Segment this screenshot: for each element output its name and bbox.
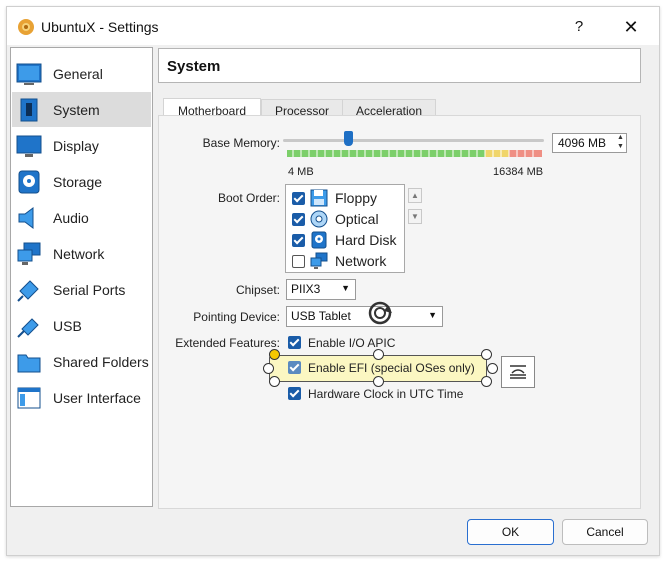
page-title: System [167,58,221,75]
resize-handle[interactable] [269,376,280,387]
move-down-button[interactable]: ▼ [408,209,422,224]
resize-handle[interactable] [373,349,384,360]
spin-up-icon[interactable]: ▲ [615,134,626,142]
network-boot-checkbox[interactable] [292,255,305,268]
user-interface-icon [17,387,41,409]
page-title-box: System [158,48,641,83]
chipset-value: PIIX3 [291,282,321,296]
sidebar-item-label: Shared Folders [53,354,149,370]
hard-disk-checkbox[interactable] [292,234,305,247]
base-memory-label: Base Memory: [202,136,280,150]
title-bar: UbuntuX - Settings ? ✕ [7,7,659,45]
ok-button[interactable]: OK [467,519,554,545]
text-wrap-icon[interactable] [501,356,535,388]
sidebar-item-label: USB [53,318,82,334]
window-title: UbuntuX - Settings [41,19,159,35]
sidebar-item-label: Audio [53,210,89,226]
sidebar-item-serial-ports[interactable]: Serial Ports [12,272,151,307]
spin-down-icon[interactable]: ▼ [615,143,626,151]
sidebar-item-label: System [53,102,100,118]
resize-handle[interactable] [263,363,274,374]
sidebar-item-audio[interactable]: Audio [12,200,151,235]
close-button[interactable]: ✕ [619,15,643,39]
resize-handle[interactable] [481,349,492,360]
move-up-button[interactable]: ▲ [408,188,422,203]
memory-slider-handle[interactable] [344,131,353,146]
io-apic-checkbox[interactable] [288,336,301,349]
storage-icon [18,170,40,194]
settings-sidebar: General System Display Storage Audio Net… [10,47,153,507]
sidebar-item-label: User Interface [53,390,141,406]
hard-disk-icon [311,231,327,249]
sidebar-item-label: Network [53,246,105,262]
sidebar-item-user-interface[interactable]: User Interface [12,380,151,415]
memory-max-label: 16384 MB [493,166,544,178]
memory-slider-ticks [287,150,542,157]
memory-slider-track[interactable] [283,139,544,142]
boot-item-label: Floppy [335,190,378,206]
network-icon [17,242,41,265]
sidebar-item-system[interactable]: System [12,92,151,127]
boot-item-optical[interactable]: Optical [288,209,402,229]
sidebar-item-label: Serial Ports [53,282,126,298]
general-icon [16,63,42,85]
memory-spinbox[interactable]: 4096 MB ▲ ▼ [552,133,627,153]
boot-item-network[interactable]: Network [288,251,402,271]
network-boot-icon [310,252,328,269]
memory-value: 4096 MB [558,136,607,150]
io-apic-label: Enable I/O APIC [308,336,396,350]
sidebar-item-storage[interactable]: Storage [12,164,151,199]
rotate-handle-icon[interactable] [366,299,394,327]
system-icon [20,98,38,122]
sidebar-item-network[interactable]: Network [12,236,151,271]
floppy-icon [310,189,328,207]
sidebar-item-shared-folders[interactable]: Shared Folders [12,344,151,379]
optical-checkbox[interactable] [292,213,305,226]
boot-item-label: Network [335,253,387,269]
boot-item-floppy[interactable]: Floppy [288,188,402,208]
sidebar-item-label: General [53,66,103,82]
optical-disc-icon [310,210,328,228]
sidebar-item-general[interactable]: General [12,56,151,91]
chipset-label: Chipset: [235,283,280,297]
pointing-device-select[interactable]: USB Tablet ▼ [286,306,443,327]
memory-min-label: 4 MB [288,166,314,178]
usb-icon [17,318,39,338]
chipset-select[interactable]: PIIX3 ▼ [286,279,356,300]
sidebar-item-usb[interactable]: USB [12,308,151,343]
shared-folders-icon [17,354,41,373]
cancel-button[interactable]: Cancel [562,519,648,545]
resize-handle[interactable] [373,376,384,387]
serial-ports-icon [17,280,39,302]
display-icon [16,135,42,157]
virtualbox-gear-icon [18,19,34,35]
sidebar-item-label: Storage [53,174,103,190]
sidebar-item-label: Display [53,138,99,154]
boot-item-label: Hard Disk [335,232,397,248]
pointing-device-label: Pointing Device: [193,310,280,324]
floppy-checkbox[interactable] [292,192,305,205]
boot-item-hard-disk[interactable]: Hard Disk [288,230,402,250]
audio-icon [18,207,34,229]
sidebar-item-display[interactable]: Display [12,128,151,163]
efi-checkbox[interactable] [288,361,301,374]
resize-handle[interactable] [269,349,280,360]
help-button[interactable]: ? [567,15,591,39]
efi-label: Enable EFI (special OSes only) [308,361,475,375]
extended-features-label: Extended Features: [175,336,280,350]
boot-order-list: Floppy Optical Hard Disk Network [285,184,405,273]
chevron-down-icon: ▼ [341,283,350,293]
boot-order-label: Boot Order: [217,191,280,205]
utc-clock-label: Hardware Clock in UTC Time [308,387,464,401]
utc-clock-checkbox[interactable] [288,387,301,400]
resize-handle[interactable] [481,376,492,387]
chevron-down-icon: ▼ [428,310,437,320]
boot-item-label: Optical [335,211,379,227]
pointing-device-value: USB Tablet [291,309,351,323]
resize-handle[interactable] [487,363,498,374]
